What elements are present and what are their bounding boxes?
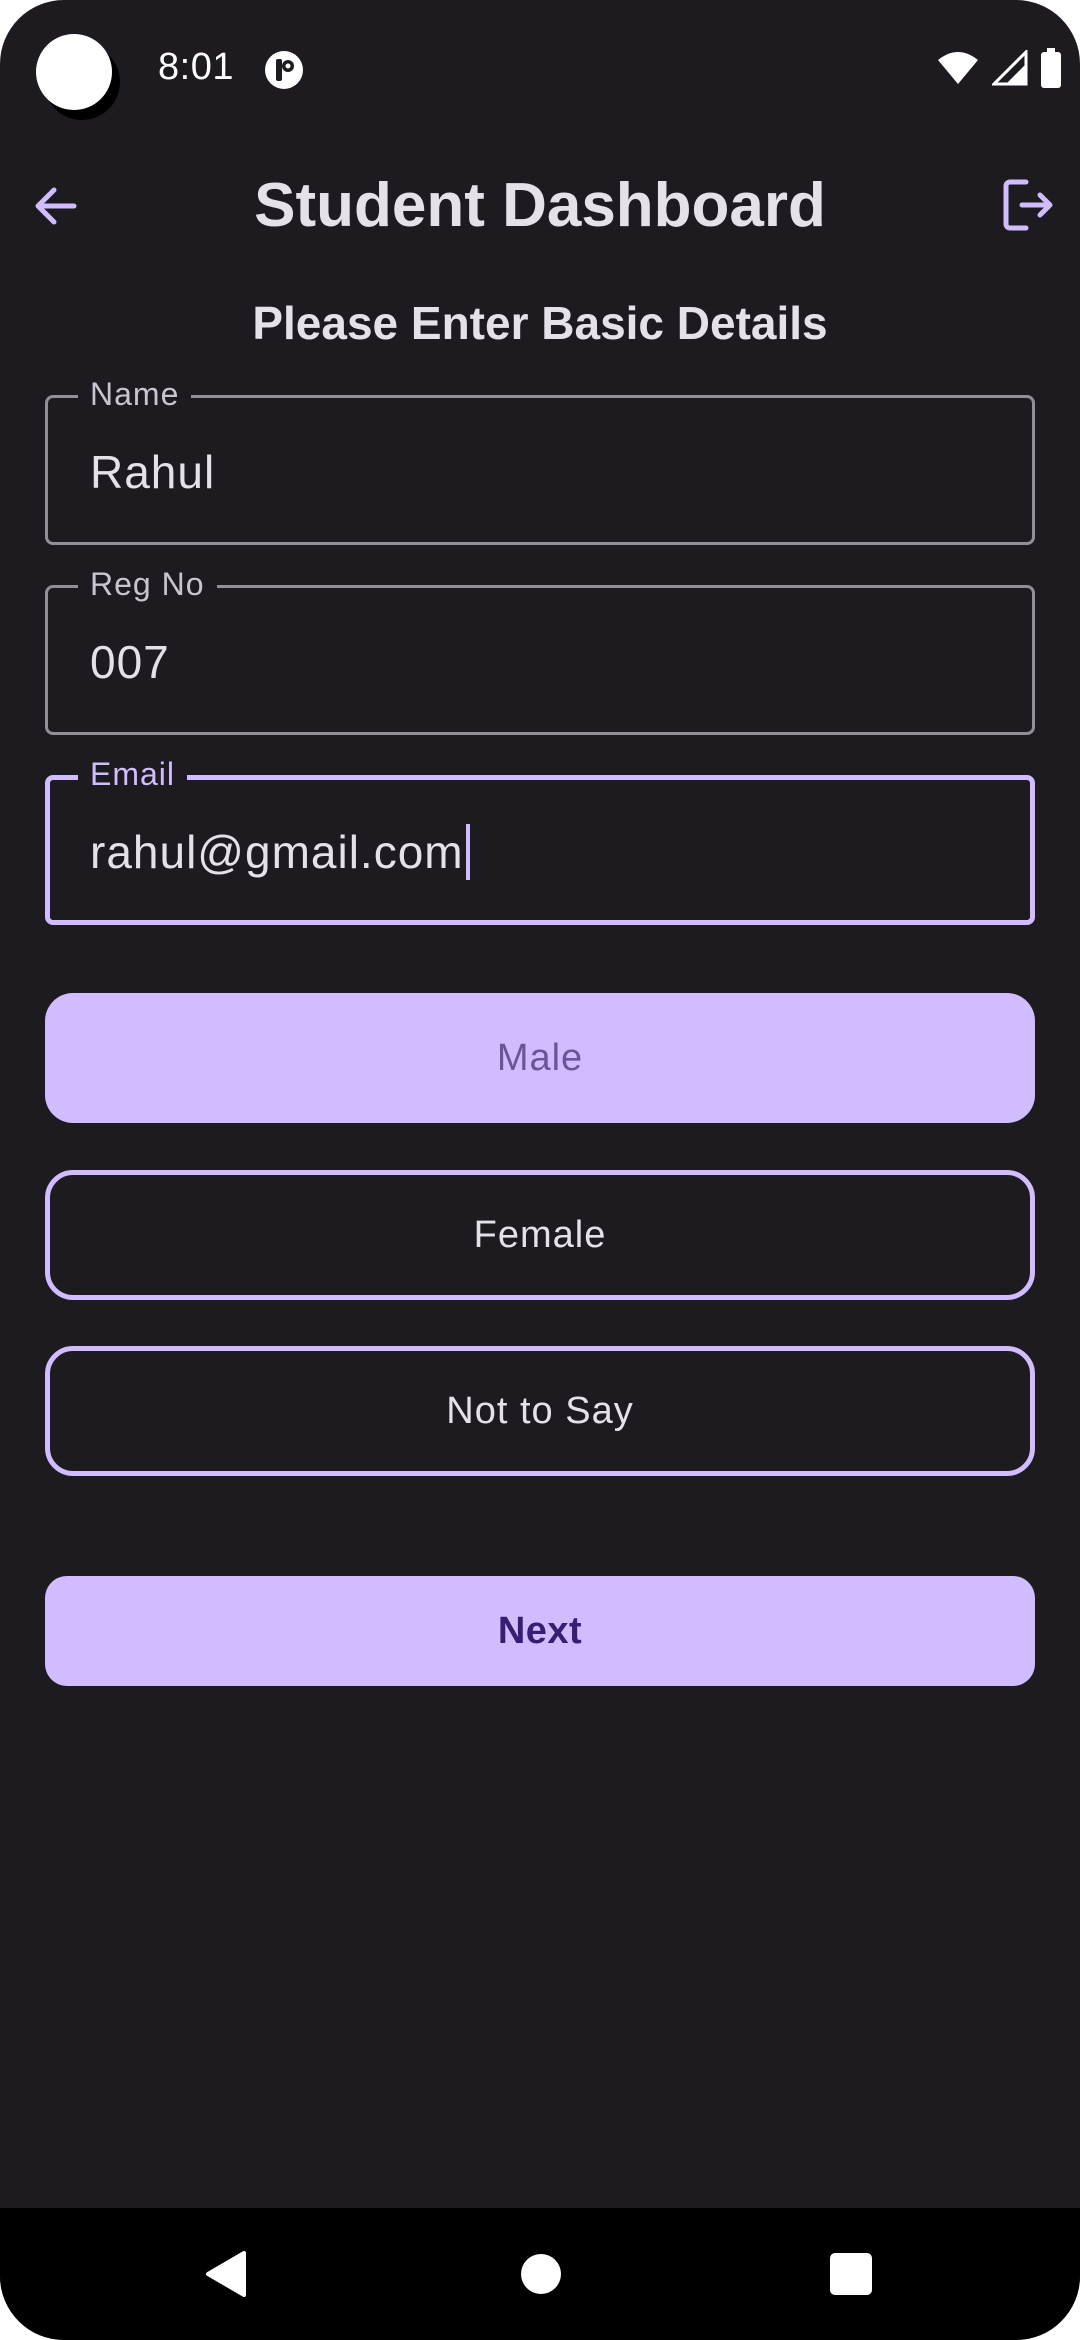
phone-screen: 8:01 Student Dashboard Please Enter Basi… (0, 0, 1080, 2340)
next-button[interactable]: Next (45, 1576, 1035, 1686)
nav-recents-button[interactable] (781, 2208, 921, 2340)
email-field-input: rahul@gmail.com (90, 824, 470, 880)
reg-no-field-value: 007 (90, 636, 170, 688)
reg-no-field[interactable]: Reg No 007 (45, 564, 1035, 735)
email-field-value: rahul@gmail.com (90, 826, 464, 878)
name-field-value: Rahul (90, 446, 216, 498)
status-time: 8:01 (158, 46, 234, 88)
nav-home-icon (521, 2254, 561, 2294)
nav-recents-icon (830, 2253, 872, 2295)
nav-home-button[interactable] (471, 2208, 611, 2340)
app-bar: Student Dashboard (0, 150, 1080, 260)
battery-icon (1041, 48, 1061, 88)
signal-icon (992, 50, 1028, 86)
text-caret (465, 824, 470, 880)
email-field[interactable]: Email rahul@gmail.com (45, 754, 1035, 925)
system-nav-bar (0, 2208, 1080, 2340)
nav-back-icon (206, 2251, 246, 2297)
gender-male-button[interactable]: Male (45, 993, 1035, 1123)
page-title: Student Dashboard (254, 171, 826, 240)
gender-not-to-say-button[interactable]: Not to Say (45, 1346, 1035, 1476)
email-field-label: Email (78, 754, 188, 794)
name-field[interactable]: Name Rahul (45, 374, 1035, 545)
status-icons (936, 46, 1062, 90)
section-heading: Please Enter Basic Details (252, 297, 828, 349)
logout-button[interactable] (992, 168, 1066, 242)
wifi-icon (938, 52, 978, 84)
camera-cutout-icon (36, 34, 112, 110)
reg-no-field-label: Reg No (78, 564, 217, 604)
name-field-label: Name (78, 374, 192, 414)
logout-icon (1003, 179, 1053, 231)
nav-back-button[interactable] (156, 2208, 296, 2340)
status-bar: 8:01 (0, 0, 1080, 140)
gender-female-button[interactable]: Female (45, 1170, 1035, 1300)
app-notification-icon (265, 51, 303, 89)
